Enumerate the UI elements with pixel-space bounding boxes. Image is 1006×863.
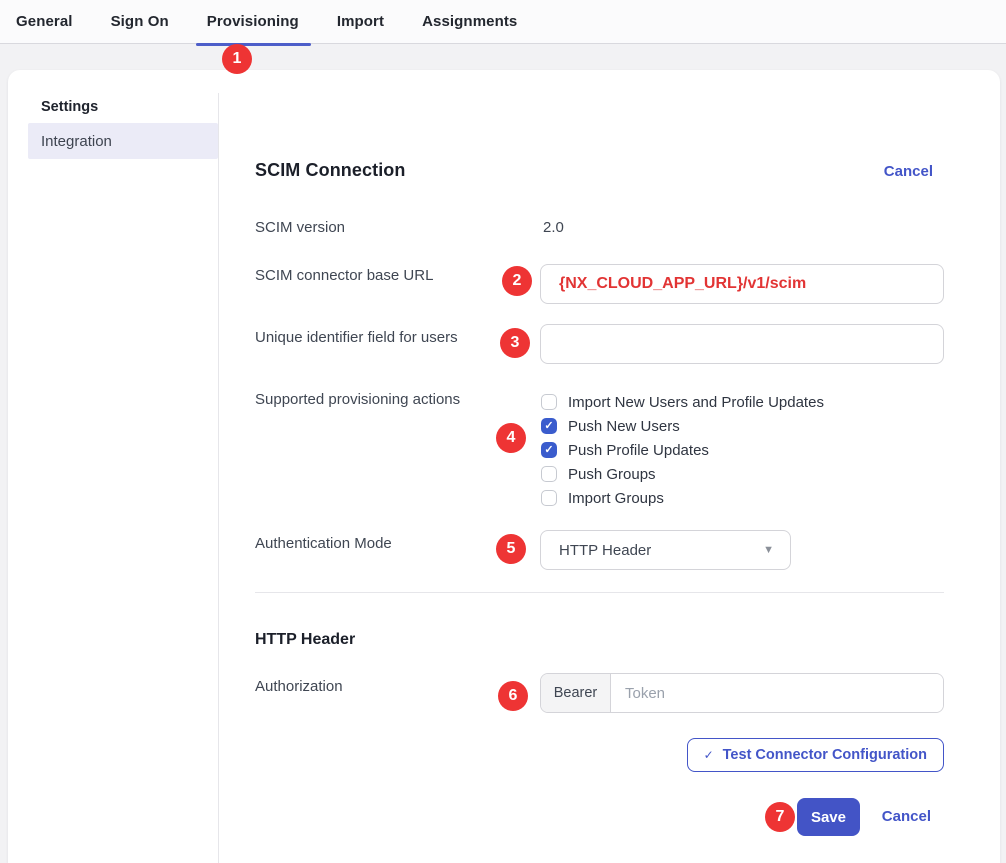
bearer-prefix: Bearer [541,674,611,712]
tab-sign-on[interactable]: Sign On [111,0,169,44]
scim-connection-form: SCIM Connection Cancel SCIM version 2.0 … [255,70,944,863]
annotation-badge-6: 6 [498,681,528,711]
auth-mode-label: Authentication Mode [255,535,392,552]
sidebar-item-label: Integration [41,133,112,150]
sidebar-item-integration[interactable]: Integration [28,123,218,159]
annotation-badge-7: 7 [765,802,795,832]
annotation-badge-2: 2 [502,266,532,296]
cancel-link-bottom[interactable]: Cancel [882,808,931,825]
tab-assignments[interactable]: Assignments [422,0,517,44]
provisioning-actions-label: Supported provisioning actions [255,391,460,408]
tab-provisioning[interactable]: Provisioning [207,0,299,44]
annotation-badge-5: 5 [496,534,526,564]
checkbox-icon: ✓ [541,418,557,434]
checkbox-icon: ✓ [541,394,557,410]
app-tab-bar: General Sign On Provisioning Import Assi… [0,0,1006,44]
base-url-label: SCIM connector base URL [255,267,433,284]
unique-id-label: Unique identifier field for users [255,329,458,346]
tab-import[interactable]: Import [337,0,384,44]
annotation-badge-4: 4 [496,423,526,453]
scim-version-value: 2.0 [543,219,564,236]
checkbox-push-groups[interactable]: ✓ Push Groups [541,462,824,486]
checkbox-push-new-users[interactable]: ✓ Push New Users [541,414,824,438]
token-input[interactable] [611,674,943,712]
cancel-link-top[interactable]: Cancel [884,163,933,180]
active-tab-underline [196,43,311,46]
checkbox-push-profile-updates[interactable]: ✓ Push Profile Updates [541,438,824,462]
authorization-input-group: Bearer [540,673,944,713]
checkbox-import-groups[interactable]: ✓ Import Groups [541,486,824,510]
sidebar-header: Settings [41,99,98,115]
form-title: SCIM Connection [255,160,406,180]
unique-id-input[interactable] [540,324,944,364]
tab-general[interactable]: General [16,0,73,44]
save-button[interactable]: Save [797,798,860,836]
auth-mode-select[interactable]: HTTP Header ▼ [540,530,791,570]
checkbox-icon: ✓ [541,490,557,506]
section-divider [255,592,944,593]
http-header-section-title: HTTP Header [255,631,355,649]
scim-version-label: SCIM version [255,219,345,236]
annotation-badge-3: 3 [500,328,530,358]
checkbox-icon: ✓ [541,466,557,482]
test-connector-button[interactable]: ✓ Test Connector Configuration [687,738,944,772]
auth-mode-value: HTTP Header [559,542,651,559]
authorization-label: Authorization [255,678,343,695]
base-url-input[interactable] [540,264,944,304]
checkbox-icon: ✓ [541,442,557,458]
annotation-badge-1: 1 [222,44,252,74]
chevron-down-icon: ▼ [763,544,774,556]
sidebar-divider [218,93,219,863]
check-icon: ✓ [704,748,714,762]
content-card: Settings Integration SCIM Connection Can… [8,70,1000,863]
checkbox-import-new-users[interactable]: ✓ Import New Users and Profile Updates [541,390,824,414]
